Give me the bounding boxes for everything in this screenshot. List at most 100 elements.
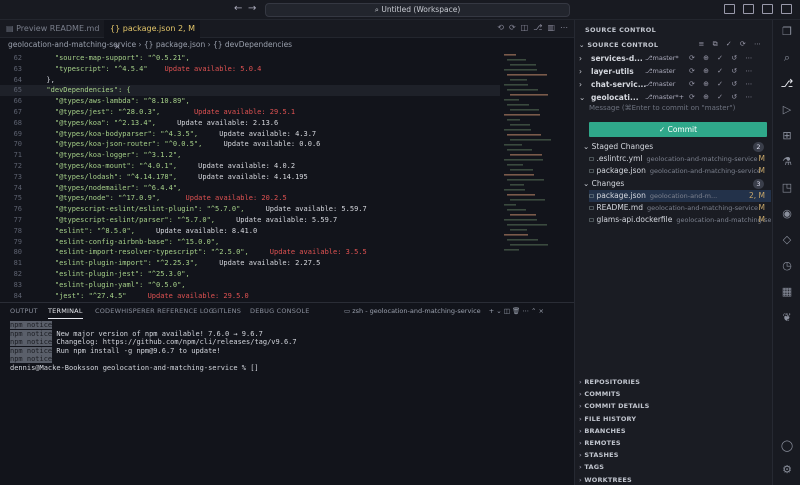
git-icon[interactable]: ⎇ bbox=[533, 23, 542, 32]
section-commit-details[interactable]: › COMMIT DETAILS bbox=[579, 402, 650, 410]
section-stashes[interactable]: › STASHES bbox=[579, 451, 619, 459]
run-debug-icon[interactable]: ▷ bbox=[779, 102, 795, 118]
branch-label[interactable]: ⎇master bbox=[645, 65, 675, 78]
branch-name: master bbox=[652, 80, 676, 88]
minimap-line bbox=[510, 169, 533, 171]
file-status: M bbox=[758, 215, 765, 224]
forward-arrow-icon[interactable]: → bbox=[248, 3, 256, 14]
trash-icon[interactable]: 🗑 bbox=[512, 307, 520, 315]
section-label: TAGS bbox=[584, 463, 605, 472]
timeline-icon[interactable]: ◷ bbox=[779, 258, 795, 274]
tab-terminal[interactable]: TERMINAL bbox=[48, 307, 83, 319]
more-icon[interactable]: ⋯ bbox=[560, 23, 568, 32]
compare-icon[interactable]: ◫ bbox=[521, 23, 529, 32]
account-icon[interactable]: ◯ bbox=[779, 438, 795, 454]
terminal-session-label: zsh - geolocation-and-matching-service bbox=[352, 307, 481, 315]
section-file-history[interactable]: › FILE HISTORY bbox=[579, 415, 636, 423]
repo-actions[interactable]: ⟳ ⊕ ✓ ↺ ⋯ bbox=[689, 65, 755, 78]
branch-icon: ⎇ bbox=[645, 80, 653, 88]
toggle-secondary-sidebar-icon[interactable] bbox=[762, 4, 773, 14]
code-line: 82 "eslint-plugin-jest": "^25.3.0", bbox=[0, 269, 500, 280]
branch-label[interactable]: ⎇master bbox=[645, 78, 675, 91]
file-item[interactable]: ▫ package.json geolocation-and-m... 2, M bbox=[589, 190, 771, 202]
search-icon[interactable]: ⌕ bbox=[779, 50, 795, 66]
line-number: 81 bbox=[13, 259, 22, 268]
source-control-icon[interactable]: ⎇ bbox=[779, 76, 795, 92]
section-repositories[interactable]: › REPOSITORIES bbox=[579, 378, 640, 386]
repo-actions[interactable]: ⟳ ⊕ ✓ ↺ ⋯ bbox=[689, 78, 755, 91]
explorer-icon[interactable]: ❐ bbox=[779, 24, 795, 40]
gitlens-icon[interactable]: ◉ bbox=[779, 206, 795, 222]
minimap-line bbox=[507, 239, 538, 241]
file-item[interactable]: ▫ .eslintrc.yml geolocation-and-matching-… bbox=[589, 153, 771, 165]
tab-gitlens[interactable]: GITLENS bbox=[212, 307, 241, 315]
code-text: "eslint-plugin-yaml": "^0.5.0", bbox=[38, 280, 186, 289]
mongodb-leaf-icon[interactable]: ❦ bbox=[779, 310, 795, 326]
code-text: "source-map-support": "^0.5.21", bbox=[38, 54, 190, 62]
close-panel-icon[interactable]: × bbox=[538, 307, 543, 315]
minimap[interactable] bbox=[502, 52, 562, 302]
tab-output[interactable]: OUTPUT bbox=[10, 307, 38, 315]
branch-label[interactable]: ⎇master* bbox=[645, 52, 679, 65]
remote-explorer-icon[interactable]: ◳ bbox=[779, 180, 795, 196]
code-editor[interactable]: 62 "source-map-support": "^0.5.21", 63 "t… bbox=[0, 52, 574, 302]
minimap-line bbox=[507, 164, 523, 166]
toggle-panel-icon[interactable] bbox=[743, 4, 754, 14]
split-editor-icon[interactable]: ▥ bbox=[547, 23, 555, 32]
command-center[interactable]: ⌕ Untitled (Workspace) bbox=[265, 3, 570, 17]
tab-debug-console[interactable]: DEBUG CONSOLE bbox=[250, 307, 310, 315]
tab-codewhisperer-log[interactable]: CODEWHISPERER REFERENCE LOG bbox=[95, 307, 214, 315]
repo-item[interactable]: › layer-utils ⎇master ⟳ ⊕ ✓ ↺ ⋯ bbox=[579, 65, 769, 78]
add-terminal-icon[interactable]: + ⌄ bbox=[489, 307, 502, 315]
docker-icon[interactable]: ▦ bbox=[779, 284, 795, 300]
code-line: 83 "eslint-plugin-yaml": "^0.5.0", bbox=[0, 280, 500, 291]
testing-icon[interactable]: ⚗ bbox=[779, 154, 795, 170]
terminal-session[interactable]: ▭ zsh - geolocation-and-matching-service… bbox=[344, 307, 544, 315]
line-number: 70 bbox=[13, 140, 22, 149]
back-arrow-icon[interactable]: ← bbox=[234, 3, 242, 14]
history-icon[interactable]: ⟲ bbox=[497, 23, 504, 32]
commit-button[interactable]: ✓ Commit bbox=[589, 122, 767, 137]
extensions-icon[interactable]: ⊞ bbox=[779, 128, 795, 144]
tab-package-json[interactable]: {} package.json 2, M × bbox=[104, 20, 200, 51]
repo-actions[interactable]: ⟳ ⊕ ✓ ↺ ⋯ bbox=[689, 52, 755, 65]
timeline-icon[interactable]: ⟳ bbox=[509, 23, 516, 32]
source-control-section[interactable]: ⌄ SOURCE CONTROL bbox=[579, 41, 658, 49]
file-item[interactable]: ▫ glams-api.dockerfile geolocation-and-ma… bbox=[589, 214, 771, 226]
npm-notice-tag: npm notice bbox=[10, 321, 53, 329]
repo-item[interactable]: › chat-servic... ⎇master ⟳ ⊕ ✓ ↺ ⋯ bbox=[579, 78, 769, 91]
split-terminal-icon[interactable]: ◫ bbox=[504, 307, 510, 315]
section-remotes[interactable]: › REMOTES bbox=[579, 439, 621, 447]
changes-header[interactable]: ⌄ Changes bbox=[583, 178, 769, 190]
section-branches[interactable]: › BRANCHES bbox=[579, 427, 626, 435]
tab-preview-readme[interactable]: ▤ Preview README.md bbox=[0, 20, 103, 38]
section-commits[interactable]: › COMMITS bbox=[579, 390, 621, 398]
minimap-line bbox=[510, 64, 536, 66]
changes-label: Changes bbox=[591, 179, 625, 188]
section-worktrees[interactable]: › WORKTREES bbox=[579, 476, 632, 484]
section-label: FILE HISTORY bbox=[584, 414, 637, 423]
section-actions[interactable]: ≡ ⧉ ✓ ⟳ ⋯ bbox=[699, 40, 765, 49]
more-icon[interactable]: ⋯ bbox=[522, 307, 529, 315]
toggle-sidebar-icon[interactable] bbox=[724, 4, 735, 14]
chevron-right-icon: › bbox=[579, 80, 582, 89]
file-item[interactable]: ▫ README.md geolocation-and-matching-serv… bbox=[589, 202, 771, 214]
staged-changes-header[interactable]: ⌄ Staged Changes bbox=[583, 141, 769, 153]
file-item[interactable]: ▫ package.json geolocation-and-matching-s… bbox=[589, 165, 771, 177]
code-line: 64 }, bbox=[0, 75, 500, 86]
code-line: 66 "@types/aws-lambda": "^8.10.89", bbox=[0, 96, 500, 107]
terminal-output[interactable]: npm notice npm notice New major version o… bbox=[10, 321, 297, 373]
commit-message-input[interactable]: Message (⌘Enter to commit on "master") bbox=[589, 102, 767, 115]
repo-item[interactable]: › services-d... ⎇master* ⟳ ⊕ ✓ ↺ ⋯ bbox=[579, 52, 769, 65]
settings-gear-icon[interactable]: ⚙ bbox=[779, 462, 795, 478]
breadcrumb[interactable]: geolocation-and-matching-service › {} pa… bbox=[0, 38, 574, 52]
maximize-panel-icon[interactable]: ⌃ bbox=[531, 307, 536, 315]
code-text: "eslint-plugin-jest": "^25.3.0", bbox=[38, 270, 190, 278]
aws-icon[interactable]: ◇ bbox=[779, 232, 795, 248]
minimap-line bbox=[507, 59, 526, 61]
section-tags[interactable]: › TAGS bbox=[579, 463, 604, 471]
minimap-line bbox=[507, 224, 547, 226]
editor-tabs: ▤ Preview README.md {} package.json 2, M… bbox=[0, 20, 574, 51]
code-text: "devDependencies": { bbox=[38, 86, 131, 95]
customize-layout-icon[interactable] bbox=[781, 4, 792, 14]
